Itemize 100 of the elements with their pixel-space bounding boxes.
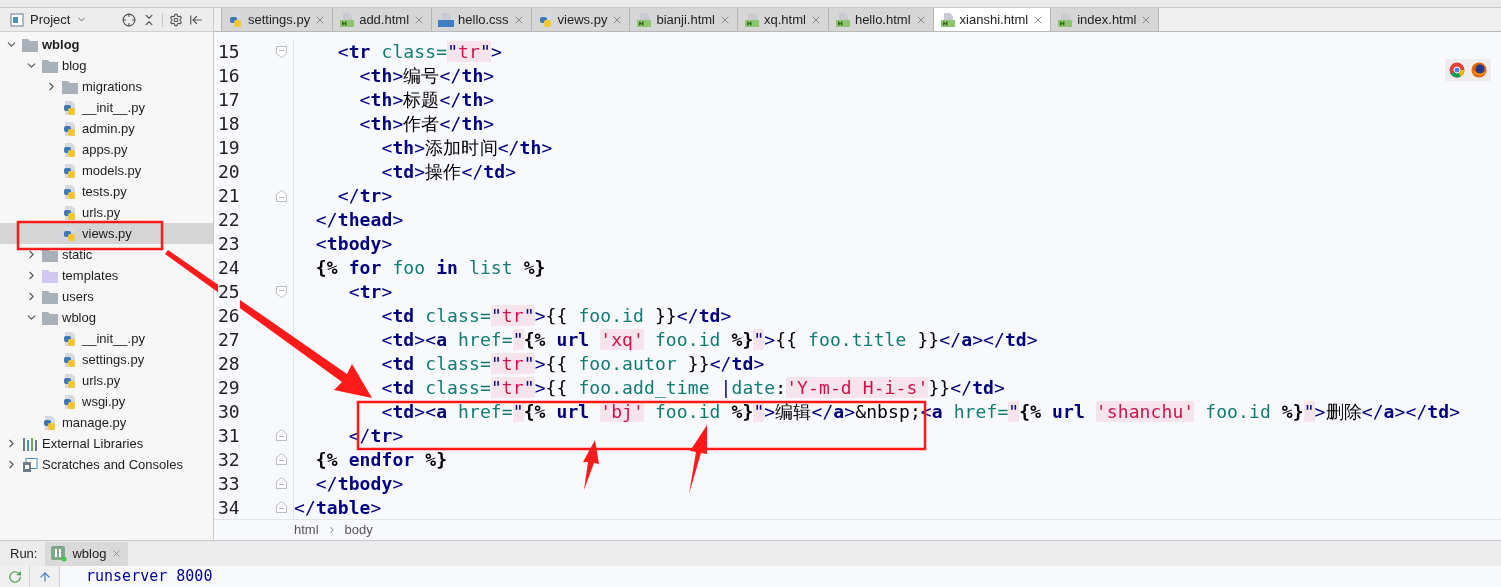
code-line: <th>标题</th> (358, 88, 495, 112)
code-line: <tbody> (314, 232, 393, 256)
annotation-arrow (689, 425, 707, 494)
fold-marker-icon[interactable] (276, 477, 287, 490)
html-file-icon (834, 11, 851, 28)
tree-item[interactable]: wsgi.py (0, 391, 213, 412)
fold-marker-icon[interactable] (276, 501, 287, 514)
html-file-icon (339, 11, 356, 28)
html-file-icon (636, 11, 653, 28)
tree-item[interactable]: External Libraries (0, 433, 213, 454)
python-file-icon (62, 330, 78, 347)
browser-icon[interactable] (1449, 62, 1465, 78)
breadcrumb[interactable]: html (294, 520, 319, 540)
fold-marker-icon[interactable] (276, 285, 287, 298)
code-line: <tr> (347, 280, 393, 304)
editor-tab[interactable]: hello.html (827, 8, 934, 31)
code-line: {% for foo in list %} (314, 256, 546, 280)
editor-tab[interactable]: add.html (332, 8, 433, 31)
close-icon[interactable] (111, 548, 123, 559)
tree-item[interactable]: urls.py (0, 202, 213, 223)
run-tab[interactable]: wblog (45, 541, 129, 566)
python-file-icon (228, 11, 244, 28)
html-file-icon (939, 11, 956, 28)
console-icon (22, 457, 38, 472)
code-line: <td>操作</td> (380, 160, 517, 184)
run-config-icon (51, 545, 68, 562)
python-file-icon (537, 11, 554, 28)
fold-marker-icon[interactable] (276, 45, 287, 58)
breadcrumb[interactable]: body (344, 520, 373, 540)
library-icon (22, 436, 38, 451)
python-file-icon (62, 225, 78, 242)
python-file-icon (42, 414, 58, 431)
up-arrow-icon[interactable] (37, 569, 52, 584)
python-file-icon (62, 372, 78, 389)
crosshair-icon[interactable] (122, 12, 136, 27)
run-label: Run: (10, 544, 38, 563)
folder-icon (62, 79, 78, 94)
code-line: <th>添加时间</th> (380, 136, 553, 160)
tree-item[interactable]: urls.py (0, 370, 213, 391)
fold-marker-icon[interactable] (276, 189, 287, 202)
hide-panel-icon[interactable] (189, 12, 203, 27)
folder-icon (42, 289, 58, 304)
code-line: </thead> (314, 208, 404, 232)
editor-tab[interactable]: bianji.html (629, 8, 738, 31)
code-line: <tr class="tr"> (336, 40, 502, 64)
python-file-icon (62, 204, 78, 221)
tree-item[interactable]: users (0, 286, 213, 307)
tree-item[interactable]: manage.py (0, 412, 213, 433)
tree-item[interactable]: models.py (0, 160, 213, 181)
browser-icon[interactable] (1471, 62, 1487, 78)
settings-icon[interactable] (169, 12, 183, 27)
editor-tab[interactable]: settings.py (221, 8, 334, 31)
code-line: <td class="tr">{{ foo.id }}</td> (380, 304, 732, 328)
editor-tab[interactable]: views.py (530, 8, 631, 31)
tree-item[interactable]: migrations (0, 76, 213, 97)
editor-tab[interactable]: index.html (1050, 8, 1160, 31)
code-line: <th>编号</th> (358, 64, 495, 88)
python-file-icon (62, 162, 78, 179)
editor-tab[interactable]: xianshi.html (932, 8, 1052, 31)
folder-icon (42, 268, 58, 283)
collapse-icon[interactable] (142, 12, 156, 27)
code-line: </tbody> (314, 472, 404, 496)
code-line: </tr> (336, 184, 393, 208)
tree-item[interactable]: __init__.py (0, 328, 213, 349)
python-file-icon (62, 393, 78, 410)
tree-item[interactable]: apps.py (0, 139, 213, 160)
tree-item[interactable]: static (0, 244, 213, 265)
python-file-icon (62, 141, 78, 158)
tree-item[interactable]: __init__.py (0, 97, 213, 118)
tree-item[interactable]: settings.py (0, 349, 213, 370)
code-line: </table> (294, 496, 382, 519)
folder-icon (42, 58, 58, 73)
html-file-icon (744, 11, 760, 28)
css-file-icon (438, 11, 455, 28)
python-file-icon (62, 99, 78, 116)
code-line: {% endfor %} (314, 448, 448, 472)
editor-tab[interactable]: xq.html (737, 8, 829, 31)
tree-item[interactable]: admin.py (0, 118, 213, 139)
fold-marker-icon[interactable] (276, 429, 287, 442)
folder-icon (42, 310, 58, 325)
tree-item[interactable]: tests.py (0, 181, 213, 202)
code-line: <td><a href="{% url 'xq' foo.id %}">{{ foo.title }}</a></td> (380, 328, 1038, 352)
rerun-icon[interactable] (7, 569, 22, 584)
editor-tab[interactable]: hello.css (431, 8, 532, 31)
tree-item[interactable]: wblog (0, 34, 213, 55)
tree-item[interactable]: templates (0, 265, 213, 286)
python-file-icon (62, 120, 78, 137)
fold-marker-icon[interactable] (276, 453, 287, 466)
panel-title[interactable]: Project (30, 9, 71, 30)
code-line: <th>作者</th> (358, 112, 495, 136)
tree-item[interactable]: wblog (0, 307, 213, 328)
tree-item[interactable]: views.py (0, 223, 213, 244)
tree-item[interactable]: blog (0, 55, 213, 76)
code-line: <td class="tr">{{ foo.add_time |date:'Y-m-d H-i-s'}}</td> (380, 376, 1005, 400)
console-output: runserver 8000 (86, 566, 213, 586)
folder-icon (22, 37, 38, 52)
tree-item[interactable]: Scratches and Consoles (0, 454, 213, 475)
python-file-icon (62, 351, 78, 368)
html-file-icon (1057, 11, 1074, 28)
project-view-icon (10, 12, 24, 27)
